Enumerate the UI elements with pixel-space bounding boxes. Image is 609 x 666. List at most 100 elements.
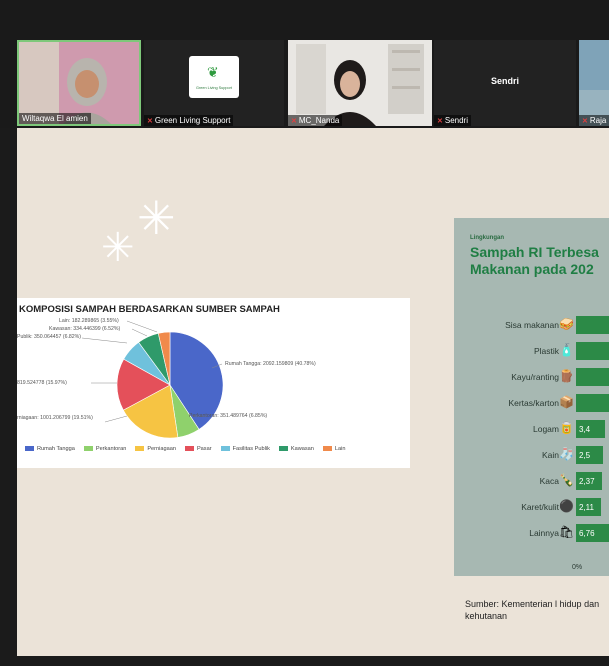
pie-leader-line — [131, 328, 148, 337]
pie-label-fasilitas-publik: Publik: 350.064457 (6.82%) — [17, 334, 82, 340]
shared-slide: ✳ ✳ KOMPOSISI SAMPAH BERDASARKAN SUMBER … — [17, 128, 609, 656]
mic-muted-icon: ✕ — [291, 118, 297, 125]
infographic-row: Karet/kulit ⚫ 2,11 — [454, 496, 609, 518]
bottom-bar — [0, 656, 609, 666]
participant-tile-mc-nanda[interactable]: ✕ MC_Nanda — [288, 40, 432, 126]
infographic-subtitle: Lingkungan — [470, 235, 504, 241]
legend-item: Pasar — [184, 446, 212, 452]
infographic-row: Kayu/ranting 🪵 — [454, 366, 609, 388]
pie-leader-line — [126, 320, 158, 333]
participant-tile-wiltaqwa[interactable]: Wiltaqwa El amien — [17, 40, 141, 126]
pie-label-perkantoran: Perkantoran: 351.489764 (6.85%) — [189, 413, 268, 419]
bar — [576, 316, 609, 334]
branch-icon: 🪵 — [559, 369, 574, 383]
legend-label: Kawasan — [290, 446, 314, 452]
cloth-icon: 🧦 — [559, 447, 574, 461]
participant-video — [579, 40, 609, 126]
bar — [576, 342, 609, 360]
infographic-row: Kaca 🍾 2,37 — [454, 470, 609, 492]
row-label: Sisa makanan — [505, 320, 559, 330]
pie-leader-line — [104, 415, 128, 423]
legend-item: Perkantoran — [83, 446, 127, 452]
infographic-row: Plastik 🧴 — [454, 340, 609, 362]
participant-center-name: Sendri — [490, 76, 519, 86]
participant-name: Wiltaqwa El amien — [19, 113, 91, 124]
pie-label-lain: Lain: 182.289865 (3.55%) — [59, 318, 119, 324]
pie-label-kawasan: Kawasan: 334.446399 (6.52%) — [49, 326, 121, 332]
bar-value: 2,11 — [579, 503, 594, 512]
legend-item: Lain — [322, 446, 346, 452]
infographic-title: Sampah RI Terbesa Makanan pada 202 — [470, 244, 599, 278]
infographic-row: Lainnya 🛍 6,76 — [454, 522, 609, 544]
mic-muted-icon: ✕ — [437, 118, 443, 125]
row-label: Kaca — [539, 476, 559, 486]
mic-muted-icon: ✕ — [582, 118, 588, 125]
legend-swatch — [83, 446, 93, 452]
trash-bag-icon: 🛍 — [559, 525, 575, 539]
legend-item: Fasilitas Publik — [220, 446, 270, 452]
infographic-row: Sisa makanan 🥪 — [454, 314, 609, 336]
pie-leader-line — [81, 337, 128, 344]
pie-chart-card: KOMPOSISI SAMPAH BERDASARKAN SUMBER SAMP… — [17, 298, 410, 468]
participant-video — [288, 40, 432, 126]
infographic-title-line2: Makanan pada 202 — [470, 261, 594, 277]
bar-value: 3,4 — [579, 425, 591, 434]
infographic-row: Kain 🧦 2,5 — [454, 444, 609, 466]
participant-name: Raja — [589, 116, 607, 125]
legend-swatch — [278, 446, 288, 452]
infographic-row: Kertas/karton 📦 — [454, 392, 609, 414]
pie-legend: Rumah Tangga Perkantoran Perniagaan Pasa… — [25, 446, 345, 452]
participant-name: MC_Nanda — [298, 116, 340, 125]
pie-label-perniagaan: rniagaan: 1001.206799 (19.51%) — [17, 415, 93, 421]
participant-tile-raja[interactable]: ✕ Raja — [579, 40, 609, 126]
mic-muted-icon: ✕ — [147, 118, 153, 125]
participant-tile-sendri[interactable]: Sendri ✕ Sendri — [434, 40, 576, 126]
legend-label: Fasilitas Publik — [232, 446, 270, 452]
legend-swatch — [25, 446, 34, 452]
infographic-title-line1: Sampah RI Terbesa — [470, 244, 599, 260]
bottle-icon: 🧴 — [559, 343, 574, 357]
sparkle-icon: ✳ — [101, 226, 135, 270]
row-label: Lainnya — [529, 528, 559, 538]
row-label: Kayu/ranting — [511, 372, 559, 382]
bar — [576, 394, 609, 412]
participant-name: Green Living Support — [154, 116, 231, 125]
row-label: Karet/kulit — [521, 502, 559, 512]
infographic-row: Logam 🥫 3,4 — [454, 418, 609, 440]
food-icon: 🥪 — [559, 317, 574, 331]
legend-item: Perniagaan — [135, 446, 176, 452]
legend-swatch — [322, 446, 332, 452]
leaf-icon: ❦ — [207, 64, 219, 80]
legend-swatch — [184, 446, 194, 452]
legend-swatch — [135, 446, 145, 452]
waste-infographic: Lingkungan Sampah RI Terbesa Makanan pad… — [454, 218, 609, 576]
row-label: Kain — [541, 450, 559, 460]
axis-zero-label: 0% — [572, 564, 583, 571]
legend-label: Lain — [334, 446, 346, 452]
bar — [576, 368, 609, 386]
sparkle-icon: ✳ — [137, 192, 176, 244]
row-label: Logam — [533, 424, 559, 434]
row-label: Plastik — [533, 346, 559, 356]
green-living-logo: ❦ Green Living Support — [189, 56, 239, 98]
logo-caption: Green Living Support — [196, 86, 232, 90]
bar-value: 2,37 — [579, 477, 595, 486]
legend-swatch — [220, 446, 230, 452]
source-text: Sumber: Kementerian l hidup dan kehutana… — [465, 599, 600, 621]
legend-item: Rumah Tangga — [25, 446, 75, 452]
bar-value: 6,76 — [579, 529, 595, 538]
legend-label: Perniagaan — [147, 446, 176, 452]
legend-label: Pasar — [196, 446, 212, 452]
row-label: Kertas/karton — [508, 398, 559, 408]
pie-label-rumah-tangga: Rumah Tangga: 2092.159809 (40.78%) — [225, 361, 316, 367]
legend-item: Kawasan — [278, 446, 314, 452]
legend-label: Rumah Tangga — [37, 446, 75, 452]
tire-icon: ⚫ — [559, 499, 574, 513]
participant-name: Sendri — [444, 116, 468, 125]
participant-tile-green-living[interactable]: ❦ Green Living Support ✕ Green Living Sup… — [144, 40, 284, 126]
bar-value: 2,5 — [579, 451, 591, 460]
glass-icon: 🍾 — [559, 473, 574, 487]
can-icon: 🥫 — [559, 421, 574, 435]
paper-icon: 📦 — [559, 395, 574, 409]
legend-label: Perkantoran — [95, 446, 127, 452]
